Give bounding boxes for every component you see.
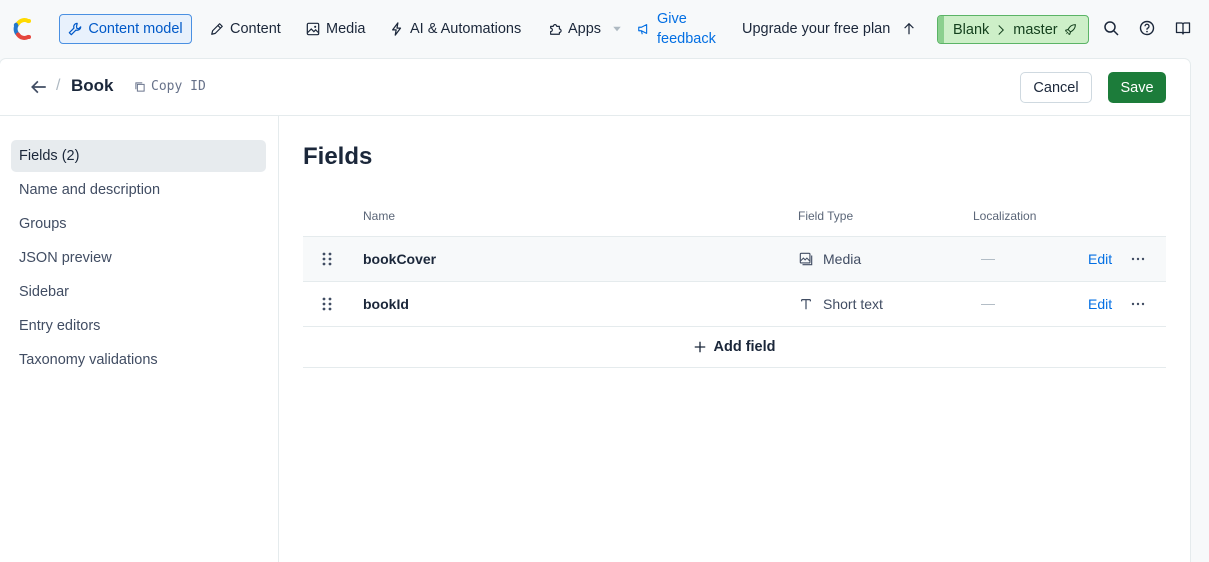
feedback-line-1: Give: [657, 11, 687, 27]
nav-apps[interactable]: Apps: [548, 14, 623, 44]
more-options-icon[interactable]: [1131, 301, 1145, 307]
sidebar-item-groups[interactable]: Groups: [11, 208, 266, 240]
sidebar-item-json-preview[interactable]: JSON preview: [11, 242, 266, 274]
column-name: Name: [363, 209, 396, 223]
book-icon[interactable]: [1175, 20, 1191, 36]
lightning-icon: [392, 22, 402, 36]
feedback-text: Give feedback: [657, 9, 716, 49]
edit-field-link[interactable]: Edit: [1088, 251, 1112, 267]
wrench-icon: [69, 22, 82, 36]
field-localization: —: [981, 295, 995, 311]
media-icon: [799, 252, 813, 266]
nav-media[interactable]: Media: [306, 14, 366, 44]
field-type-label: Media: [823, 251, 862, 267]
copy-id-button[interactable]: Copy ID: [134, 79, 206, 94]
feedback-line-2: feedback: [657, 31, 716, 47]
top-nav: Content model Content Media AI & Automat…: [0, 0, 1209, 58]
env-name-label: master: [1013, 21, 1058, 38]
nav-apps-label: Apps: [568, 21, 602, 37]
breadcrumb-separator: /: [56, 77, 61, 94]
give-feedback-link[interactable]: Give feedback: [637, 9, 716, 49]
copy-id-label: Copy ID: [151, 79, 206, 94]
environment-badge[interactable]: Blank master: [937, 15, 1089, 44]
sidebar-item-taxonomy-validations[interactable]: Taxonomy validations: [11, 344, 266, 376]
column-localization: Localization: [973, 209, 1037, 223]
drag-handle-icon[interactable]: [321, 297, 333, 311]
edit-field-link[interactable]: Edit: [1088, 296, 1112, 312]
nav-content-model-label: Content model: [88, 21, 183, 37]
sidebar-item-name-description[interactable]: Name and description: [11, 174, 266, 206]
env-badge-bar: [938, 16, 944, 43]
field-name: bookId: [363, 296, 409, 312]
add-field-label: Add field: [713, 339, 776, 355]
search-icon[interactable]: [1103, 20, 1119, 36]
help-icon[interactable]: [1139, 20, 1155, 36]
plus-icon: [695, 341, 706, 353]
save-button[interactable]: Save: [1108, 72, 1166, 103]
chevron-right-icon: [998, 24, 1005, 35]
env-space-label: Blank: [953, 21, 990, 38]
more-options-icon[interactable]: [1131, 256, 1145, 262]
field-type: Media: [799, 251, 861, 267]
field-type: Short text: [799, 296, 883, 312]
fields-table: Name Field Type Localization bookCover M…: [303, 205, 1166, 368]
fields-heading: Fields: [303, 143, 373, 170]
copy-icon: [135, 81, 145, 92]
nav-content-label: Content: [230, 21, 281, 37]
pen-icon: [211, 23, 223, 35]
drag-handle-icon[interactable]: [321, 252, 333, 266]
field-type-label: Short text: [823, 296, 883, 312]
upgrade-plan-link[interactable]: Upgrade your free plan: [742, 14, 916, 44]
field-localization: —: [981, 250, 995, 266]
caret-down-icon: [613, 26, 621, 32]
column-field-type: Field Type: [798, 209, 854, 223]
content-type-header: / Book Copy ID Cancel Save: [0, 59, 1190, 116]
upgrade-label: Upgrade your free plan: [742, 21, 891, 37]
cancel-button[interactable]: Cancel: [1020, 72, 1092, 103]
nav-ai-automations[interactable]: AI & Automations: [390, 14, 521, 44]
text-icon: [801, 299, 811, 310]
field-name: bookCover: [363, 251, 437, 267]
content-type-title: Book: [71, 76, 114, 95]
content-type-sidebar: Fields (2) Name and description Groups J…: [0, 116, 279, 562]
nav-content[interactable]: Content: [210, 14, 281, 44]
fields-table-header: Name Field Type Localization: [303, 205, 1166, 237]
table-row[interactable]: bookId Short text — Edit: [303, 282, 1166, 327]
sidebar-item-entry-editors[interactable]: Entry editors: [11, 310, 266, 342]
rocket-icon: [1064, 24, 1076, 35]
nav-media-label: Media: [326, 21, 366, 37]
megaphone-icon: [638, 24, 648, 35]
add-field-button[interactable]: Add field: [303, 327, 1166, 368]
contentful-logo[interactable]: [10, 16, 34, 42]
nav-content-model[interactable]: Content model: [59, 14, 192, 44]
content-type-panel: / Book Copy ID Cancel Save Fields (2) Na…: [0, 59, 1190, 562]
table-row[interactable]: bookCover Media — Edit: [303, 237, 1166, 282]
nav-ai-label: AI & Automations: [410, 21, 522, 37]
back-arrow-icon[interactable]: [30, 78, 48, 96]
sidebar-item-sidebar[interactable]: Sidebar: [11, 276, 266, 308]
puzzle-icon: [550, 24, 562, 35]
arrow-up-icon: [904, 22, 915, 35]
image-icon: [306, 22, 320, 36]
sidebar-item-fields[interactable]: Fields (2): [11, 140, 266, 172]
